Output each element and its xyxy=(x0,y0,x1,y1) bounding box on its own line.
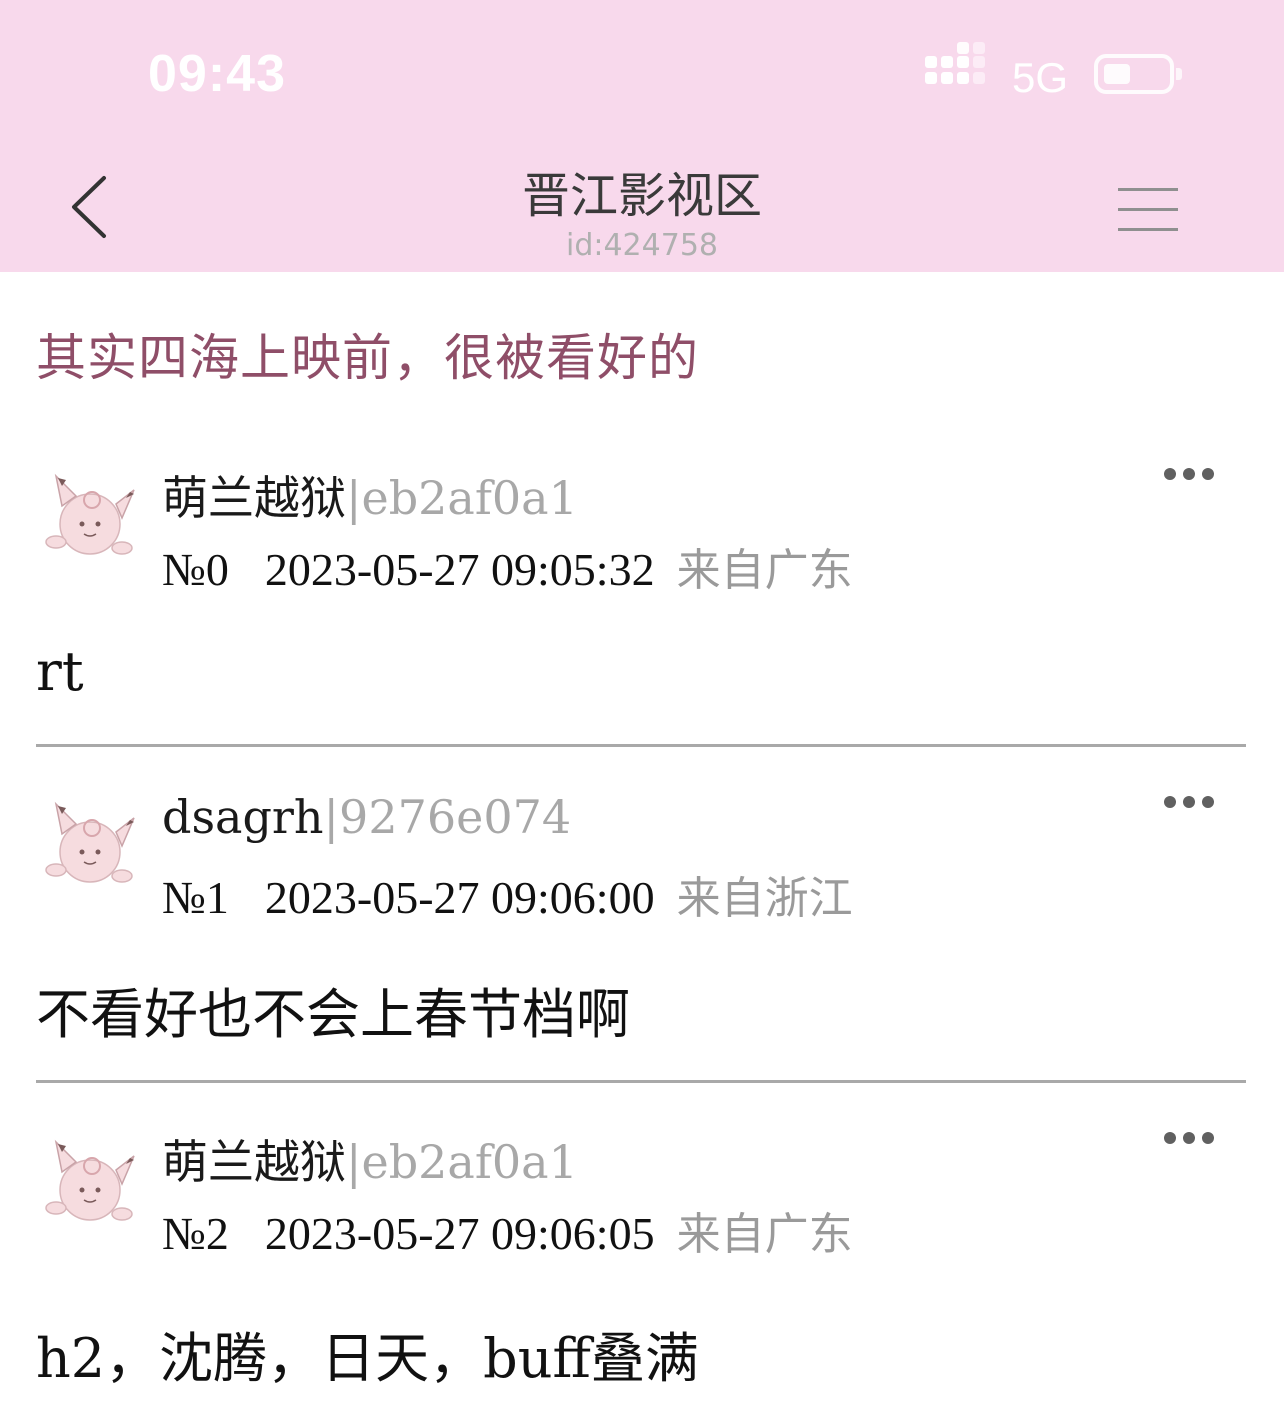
author-hash: eb2af0a1 xyxy=(361,1135,578,1189)
post-datetime: 2023-05-27 09:05:32 xyxy=(264,544,655,595)
battery-icon xyxy=(1094,54,1182,94)
more-icon[interactable] xyxy=(1164,468,1214,482)
post-location: 来自广东 xyxy=(676,1209,853,1260)
post-content: 不看好也不会上春节档啊 xyxy=(36,983,630,1046)
post-location: 来自广东 xyxy=(676,545,853,596)
post-meta: №1 2023-05-27 09:06:00 来自浙江 xyxy=(162,862,853,926)
author-name: 萌兰越狱 xyxy=(162,1135,346,1189)
divider xyxy=(36,744,1246,747)
avatar[interactable] xyxy=(42,1132,138,1232)
author-separator: | xyxy=(346,471,362,525)
more-icon[interactable] xyxy=(1164,1132,1214,1146)
author-separator: | xyxy=(323,790,340,844)
top-bar: 09:43 5G 晋江影视区 id:424758 xyxy=(0,0,1284,272)
floor-number: №1 xyxy=(162,872,229,923)
post-meta: №0 2023-05-27 09:05:32 来自广东 xyxy=(162,534,853,598)
floor-number: №2 xyxy=(162,1208,229,1259)
post-datetime: 2023-05-27 09:06:05 xyxy=(264,1208,655,1259)
post-meta: №2 2023-05-27 09:06:05 来自广东 xyxy=(162,1198,853,1262)
menu-icon[interactable] xyxy=(1118,184,1182,236)
author-separator: | xyxy=(346,1135,362,1189)
signal-icon xyxy=(925,42,991,100)
thread-title: 其实四海上映前，很被看好的 xyxy=(36,329,699,387)
more-icon[interactable] xyxy=(1164,796,1214,810)
post-content: h2，沈腾，日天，buff叠满 xyxy=(36,1327,699,1390)
post-author[interactable]: dsagrh|9276e074 xyxy=(162,790,571,844)
post-author[interactable]: 萌兰越狱|eb2af0a1 xyxy=(162,462,578,528)
avatar[interactable] xyxy=(42,466,138,566)
author-name: dsagrh xyxy=(162,790,324,844)
post-author[interactable]: 萌兰越狱|eb2af0a1 xyxy=(162,1126,578,1192)
divider xyxy=(36,1080,1246,1083)
board-id: id:424758 xyxy=(565,228,718,263)
network-label: 5G xyxy=(1012,54,1069,101)
post-location: 来自浙江 xyxy=(676,873,853,924)
avatar[interactable] xyxy=(42,794,138,894)
status-time: 09:43 xyxy=(148,45,286,103)
post-content: rt xyxy=(36,640,84,703)
author-hash: 9276e074 xyxy=(339,790,572,844)
author-hash: eb2af0a1 xyxy=(361,471,578,525)
floor-number: №0 xyxy=(162,544,229,595)
page-title: 晋江影视区 xyxy=(521,168,762,224)
author-name: 萌兰越狱 xyxy=(162,471,346,525)
post-datetime: 2023-05-27 09:06:00 xyxy=(264,872,655,923)
